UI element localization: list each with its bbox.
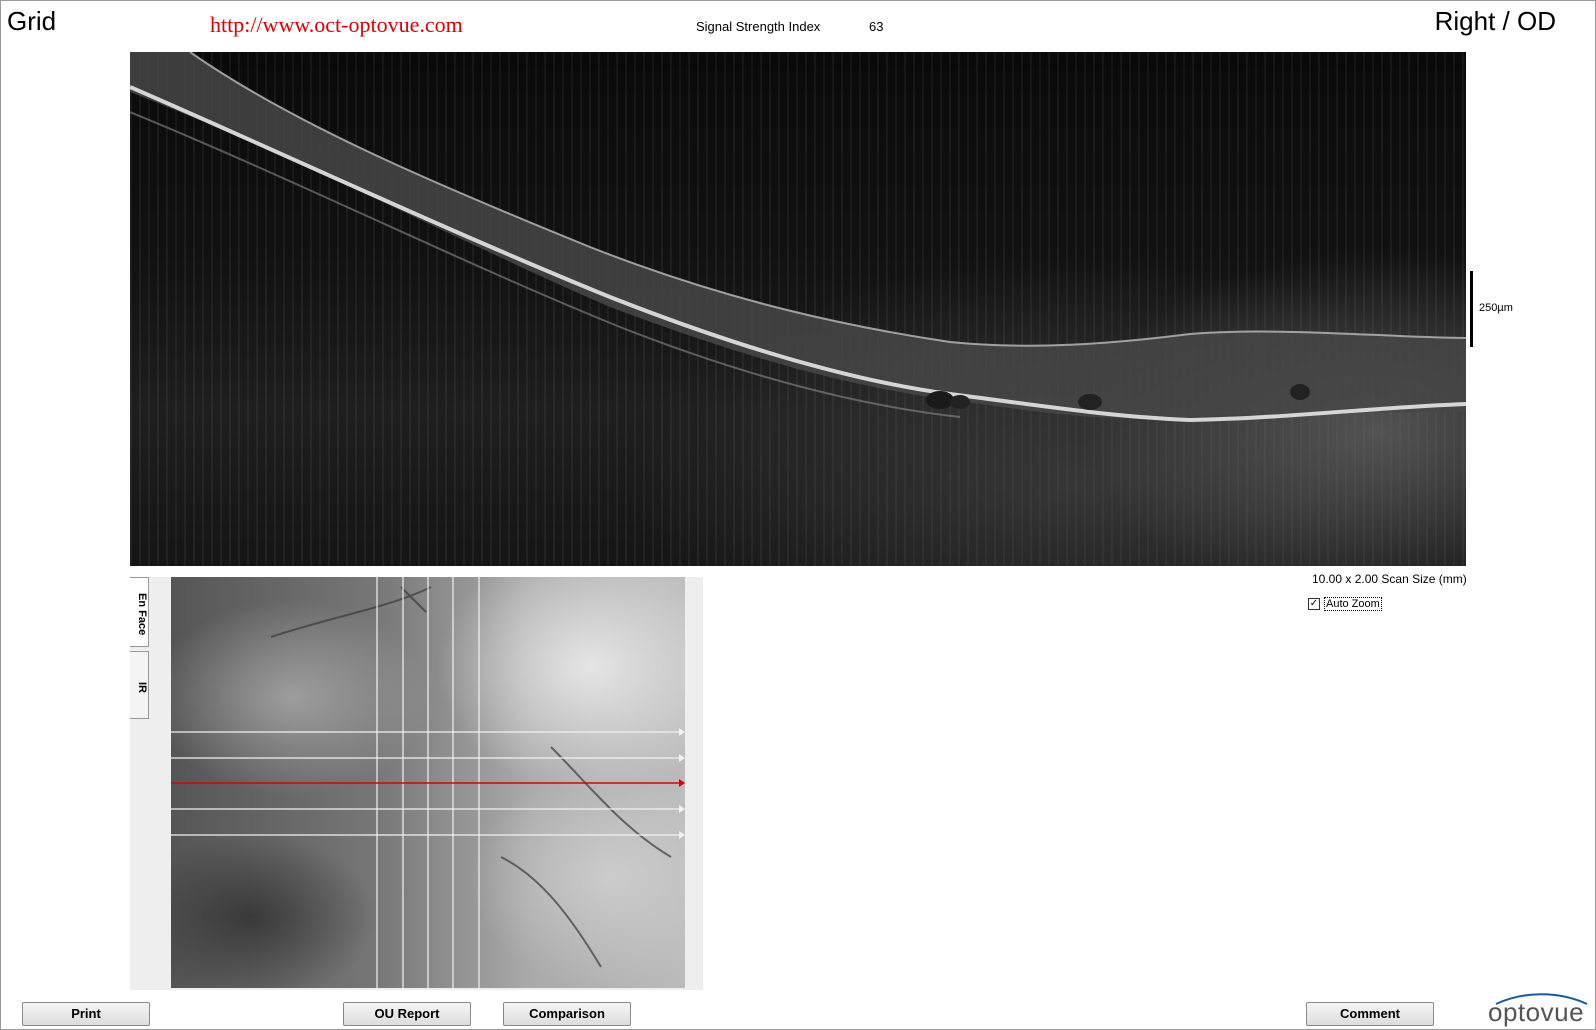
scale-bar-label: 250µm (1479, 302, 1513, 314)
eye-side-title: Right / OD (1434, 6, 1556, 36)
print-button[interactable]: Print (22, 1002, 150, 1026)
auto-zoom-checkbox[interactable]: ✓ Auto Zoom (1308, 597, 1382, 611)
website-url: http://www.oct-optovue.com (210, 12, 463, 37)
tab-en-face[interactable]: En Face (130, 577, 149, 647)
tab-ir[interactable]: IR (130, 651, 149, 719)
ou-report-button[interactable]: OU Report (343, 1002, 471, 1026)
signal-strength-value: 63 (869, 19, 884, 34)
scale-bar (1470, 271, 1473, 347)
scan-size-label: 10.00 x 2.00 Scan Size (mm) (1312, 572, 1467, 586)
scan-type-title: Grid (7, 6, 57, 36)
auto-zoom-label[interactable]: Auto Zoom (1324, 597, 1382, 611)
oct-bscan-image[interactable] (130, 52, 1466, 566)
comparison-button[interactable]: Comparison (503, 1002, 631, 1026)
optovue-logo: optovue (1488, 997, 1585, 1027)
comment-button[interactable]: Comment (1306, 1002, 1434, 1026)
signal-strength-label: Signal Strength Index (696, 19, 821, 34)
enface-image[interactable] (171, 577, 685, 988)
checkbox-check-icon[interactable]: ✓ (1308, 598, 1320, 610)
